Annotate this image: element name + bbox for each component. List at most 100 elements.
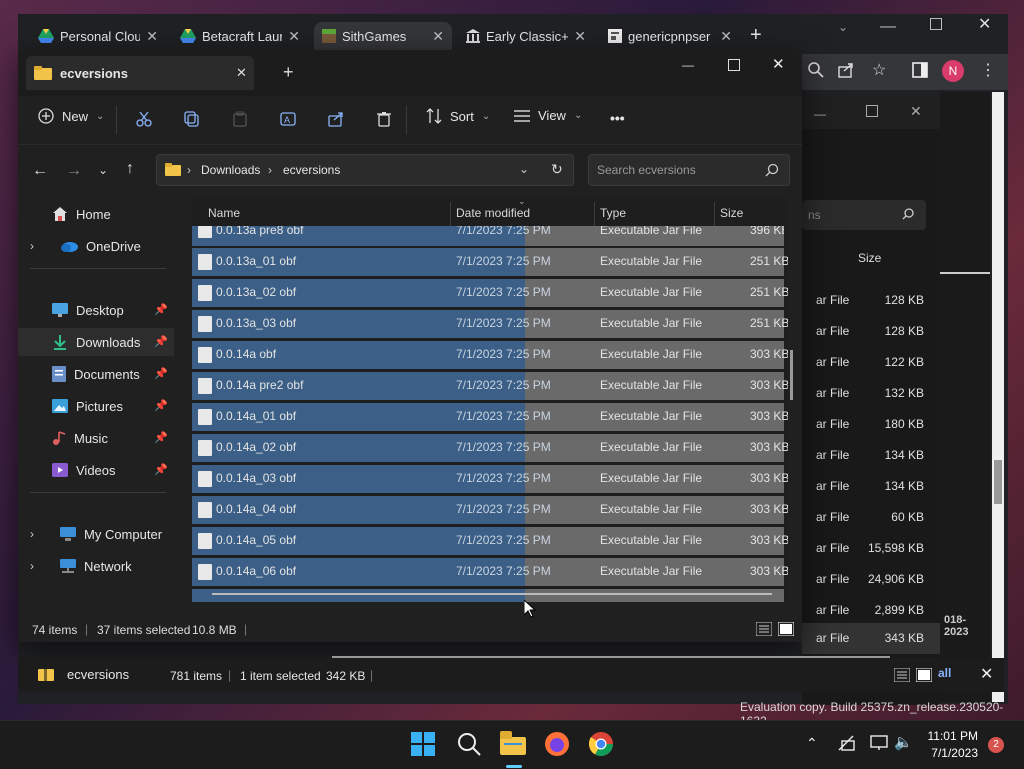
maximize-button[interactable]: [866, 105, 878, 117]
table-row[interactable]: 0.0.14a_05 obf 7/1/2023 7:25 PM Executab…: [192, 527, 788, 555]
table-row[interactable]: 0.0.13a_02 obf 7/1/2023 7:25 PM Executab…: [192, 279, 788, 307]
vertical-scrollbar[interactable]: [790, 350, 793, 400]
column-header-size[interactable]: Size: [720, 206, 743, 228]
table-row[interactable]: 0.0.13a_03 obf 7/1/2023 7:25 PM Executab…: [192, 310, 788, 338]
close-icon[interactable]: ✕: [146, 28, 158, 45]
column-header-date[interactable]: Date modified: [456, 206, 530, 228]
sort-button[interactable]: Sort ⌄: [426, 108, 490, 124]
list-item[interactable]: ar File 132 KB: [802, 378, 940, 409]
forward-arrow-icon[interactable]: →: [66, 162, 82, 180]
up-arrow-icon[interactable]: ↑: [126, 160, 134, 178]
list-item[interactable]: ar File 134 KB: [802, 440, 940, 471]
list-item[interactable]: ar File 128 KB: [802, 285, 940, 316]
recent-locations-chevron-icon[interactable]: ⌄: [98, 163, 108, 177]
table-row[interactable]: 0.0.14a pre2 obf 7/1/2023 7:25 PM Execut…: [192, 372, 788, 400]
close-icon[interactable]: ✕: [288, 28, 300, 45]
browser-close-button[interactable]: ✕: [978, 14, 991, 34]
list-item-selected[interactable]: ar File 343 KB: [802, 623, 940, 654]
list-item[interactable]: ar File 180 KB: [802, 409, 940, 440]
close-icon[interactable]: ✕: [236, 65, 247, 81]
table-row[interactable]: 0.0.14a_04 obf 7/1/2023 7:25 PM Executab…: [192, 496, 788, 524]
nav-item-videos[interactable]: Videos 📌: [18, 456, 174, 484]
search-icon[interactable]: [808, 62, 824, 78]
table-row[interactable]: 0.0.13a_01 obf 7/1/2023 7:25 PM Executab…: [192, 248, 788, 276]
table-row[interactable]: 0.0.14a_02 obf 7/1/2023 7:25 PM Executab…: [192, 434, 788, 462]
search-input[interactable]: ns: [802, 200, 926, 230]
pin-icon[interactable]: 📌: [154, 463, 168, 476]
pin-icon[interactable]: 📌: [154, 303, 168, 316]
firefox-icon[interactable]: [544, 731, 572, 759]
close-window-button[interactable]: ✕: [772, 55, 785, 73]
breadcrumb-downloads[interactable]: Downloads: [201, 163, 260, 177]
new-tab-button[interactable]: +: [283, 62, 294, 83]
browser-tab-personal-cloud[interactable]: Personal Cloud ✕: [30, 22, 166, 50]
close-download-bar-icon[interactable]: ✕: [980, 664, 993, 684]
maximize-button[interactable]: [728, 59, 740, 71]
close-icon[interactable]: ✕: [574, 28, 586, 45]
browser-tab-genericpnpser[interactable]: genericpnpser ✕: [600, 22, 740, 50]
table-row[interactable]: 0.0.14a_06 obf 7/1/2023 7:25 PM Executab…: [192, 558, 788, 586]
close-button[interactable]: ✕: [910, 103, 922, 120]
nav-item-documents[interactable]: Documents 📌: [18, 360, 174, 388]
bookmark-star-icon[interactable]: ☆: [872, 60, 886, 80]
nav-item-home[interactable]: Home: [18, 200, 174, 228]
list-item[interactable]: ar File 24,906 KB: [802, 564, 940, 595]
breadcrumb-ecversions[interactable]: ecversions: [283, 163, 340, 177]
address-bar[interactable]: › Downloads › ecversions ⌄ ↻: [156, 154, 574, 186]
list-item[interactable]: ar File 15,598 KB: [802, 533, 940, 564]
volume-icon[interactable]: 🔈: [894, 733, 913, 751]
tiles-view-icon[interactable]: [916, 668, 932, 682]
list-item[interactable]: ar File 2,899 KB: [802, 595, 940, 626]
share-icon[interactable]: [328, 111, 344, 127]
list-item[interactable]: ar File 60 KB: [802, 502, 940, 533]
view-button[interactable]: View ⌄: [514, 108, 582, 123]
more-options-button[interactable]: •••: [610, 110, 625, 126]
maximize-button[interactable]: [930, 18, 942, 30]
browser-tab-betacraft[interactable]: Betacraft Launcher ✕: [172, 22, 308, 50]
nav-scrollbar[interactable]: [178, 200, 182, 600]
refresh-icon[interactable]: ↻: [551, 161, 563, 178]
table-row[interactable]: [192, 589, 784, 602]
nav-item-music[interactable]: Music 📌: [18, 424, 174, 452]
delete-icon[interactable]: [376, 111, 392, 127]
table-row[interactable]: 0.0.14a_03 obf 7/1/2023 7:25 PM Executab…: [192, 465, 788, 493]
column-header-name[interactable]: Name: [208, 206, 240, 228]
nav-item-my-computer[interactable]: › My Computer: [18, 520, 174, 548]
back-arrow-icon[interactable]: ←: [32, 162, 48, 180]
tiles-view-icon[interactable]: [778, 622, 794, 636]
tab-search-icon[interactable]: ⌄: [838, 20, 848, 34]
nav-item-pictures[interactable]: Pictures 📌: [18, 392, 174, 420]
pin-icon[interactable]: 📌: [154, 399, 168, 412]
new-button[interactable]: New ⌄: [38, 108, 104, 124]
column-header-size[interactable]: Size: [858, 251, 881, 265]
sidebar-icon[interactable]: [912, 62, 928, 78]
nav-item-onedrive[interactable]: › OneDrive: [18, 232, 174, 260]
table-row[interactable]: 0.0.13a pre8 obf 7/1/2023 7:25 PM Execut…: [192, 226, 784, 246]
explorer-tab[interactable]: ecversions ✕: [26, 56, 254, 90]
minimize-button[interactable]: —: [682, 58, 694, 72]
clock-time[interactable]: 11:01 PM: [924, 729, 978, 743]
rename-icon[interactable]: A: [280, 111, 296, 127]
show-all-link[interactable]: all: [938, 666, 951, 680]
windows-start-icon[interactable]: [410, 731, 438, 759]
pin-icon[interactable]: 📌: [154, 431, 168, 444]
copy-icon[interactable]: [184, 111, 200, 127]
display-icon[interactable]: [870, 735, 888, 751]
share-icon[interactable]: [838, 62, 854, 78]
browser-scrollbar[interactable]: [992, 92, 1004, 702]
browser-tab-sithgames[interactable]: SithGames ✕: [314, 22, 452, 50]
search-icon[interactable]: [456, 731, 484, 759]
cut-icon[interactable]: [136, 111, 152, 127]
pin-icon[interactable]: 📌: [154, 335, 168, 348]
table-row[interactable]: 0.0.14a_01 obf 7/1/2023 7:25 PM Executab…: [192, 403, 788, 431]
search-input[interactable]: Search ecversions: [588, 154, 790, 186]
network-disconnected-icon[interactable]: [838, 735, 856, 751]
chrome-icon[interactable]: [588, 731, 616, 759]
nav-item-desktop[interactable]: Desktop 📌: [18, 296, 174, 324]
chevron-down-icon[interactable]: ⌄: [519, 162, 529, 176]
pin-icon[interactable]: 📌: [154, 367, 168, 380]
nav-item-network[interactable]: › Network: [18, 552, 174, 580]
notification-badge[interactable]: 2: [988, 737, 1004, 753]
horizontal-scrollbar[interactable]: [212, 593, 772, 595]
table-row[interactable]: 0.0.14a obf 7/1/2023 7:25 PM Executable …: [192, 341, 788, 369]
